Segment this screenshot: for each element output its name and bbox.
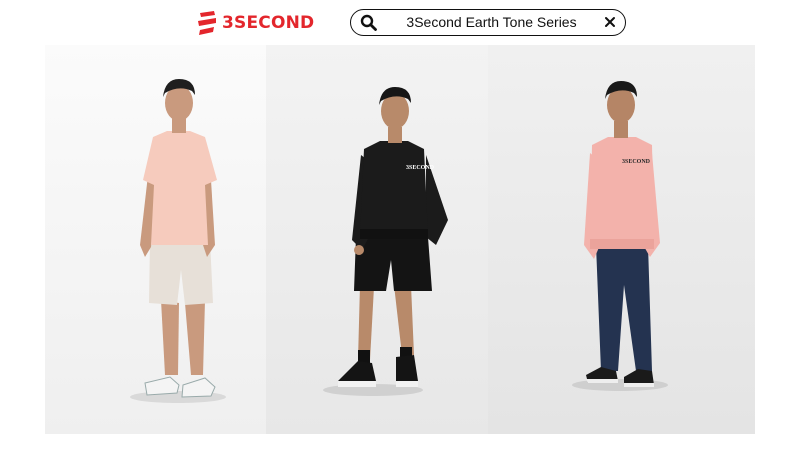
product-image-pink-tee[interactable] bbox=[45, 45, 266, 434]
chest-print-text: 3SECOND bbox=[622, 159, 651, 165]
search-input[interactable] bbox=[389, 12, 594, 32]
chest-print-text: 3SECOND bbox=[406, 165, 435, 171]
product-image-pink-sweatshirt[interactable]: 3SECOND bbox=[488, 45, 755, 434]
product-card-black-sweatshirt[interactable]: 3SECOND bbox=[266, 45, 488, 434]
brand-logo[interactable]: 3SECOND bbox=[196, 10, 314, 36]
search-bar[interactable] bbox=[350, 9, 626, 36]
close-icon[interactable] bbox=[601, 13, 619, 31]
product-gallery: 3SECOND 3SECOND bbox=[45, 45, 755, 434]
product-card-pink-tee[interactable] bbox=[45, 45, 266, 434]
product-image-black-sweatshirt[interactable]: 3SECOND bbox=[266, 45, 488, 434]
header: 3SECOND bbox=[0, 0, 800, 46]
product-card-pink-sweatshirt[interactable]: 3SECOND bbox=[488, 45, 755, 434]
search-icon[interactable] bbox=[360, 14, 377, 31]
logo-text: 3SECOND bbox=[222, 13, 315, 33]
logo-icon bbox=[198, 11, 216, 35]
